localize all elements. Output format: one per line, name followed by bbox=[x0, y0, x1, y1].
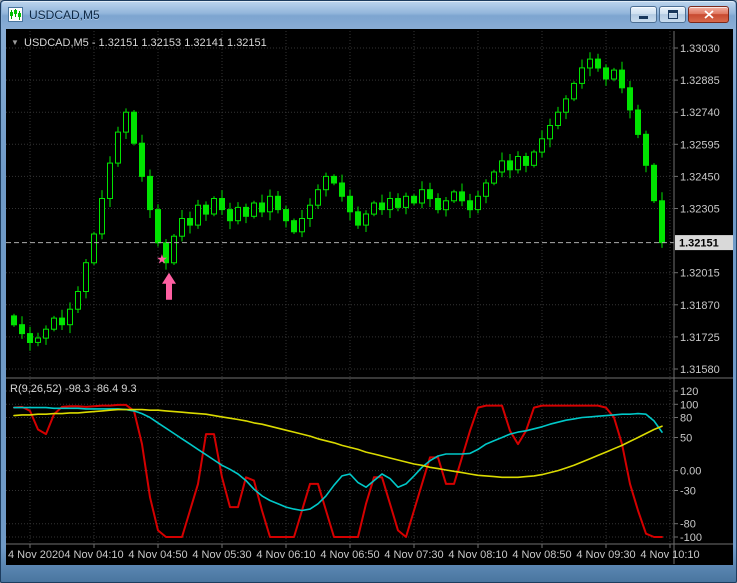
close-icon bbox=[703, 10, 714, 19]
svg-text:4 Nov 07:30: 4 Nov 07:30 bbox=[384, 549, 443, 561]
svg-text:4 Nov 06:10: 4 Nov 06:10 bbox=[256, 549, 315, 561]
svg-text:1.32450: 1.32450 bbox=[680, 171, 720, 183]
svg-text:4 Nov 09:30: 4 Nov 09:30 bbox=[576, 549, 635, 561]
chart-canvas[interactable]: ★ 1.33030 1.32885 1.32740 1.32595 1.32450 1.32… bbox=[6, 29, 733, 565]
svg-text:1.31870: 1.31870 bbox=[680, 300, 720, 312]
window-controls bbox=[630, 6, 729, 23]
svg-text:1.32885: 1.32885 bbox=[680, 75, 720, 87]
svg-text:1.32305: 1.32305 bbox=[680, 204, 720, 216]
svg-text:4 Nov 2020: 4 Nov 2020 bbox=[8, 549, 64, 561]
svg-text:0.00: 0.00 bbox=[680, 466, 701, 478]
svg-text:4 Nov 04:10: 4 Nov 04:10 bbox=[64, 549, 123, 561]
restore-icon bbox=[667, 10, 678, 19]
svg-text:4 Nov 05:30: 4 Nov 05:30 bbox=[192, 549, 251, 561]
buy-signal-star: ★ bbox=[156, 251, 168, 266]
restore-button[interactable] bbox=[659, 6, 686, 23]
chart-area: ★ 1.33030 1.32885 1.32740 1.32595 1.32450 1.32… bbox=[6, 29, 733, 565]
svg-text:1.31725: 1.31725 bbox=[680, 332, 720, 344]
svg-text:4 Nov 08:50: 4 Nov 08:50 bbox=[512, 549, 571, 561]
svg-text:1.32015: 1.32015 bbox=[680, 268, 720, 280]
symbol-dropdown-icon: ▼ bbox=[11, 38, 19, 47]
svg-text:1.33030: 1.33030 bbox=[680, 43, 720, 55]
svg-text:120: 120 bbox=[680, 386, 698, 398]
svg-text:100: 100 bbox=[680, 399, 698, 411]
svg-text:4 Nov 10:10: 4 Nov 10:10 bbox=[640, 549, 699, 561]
svg-text:4 Nov 08:10: 4 Nov 08:10 bbox=[448, 549, 507, 561]
current-price-label: 1.32151 bbox=[679, 238, 719, 250]
svg-text:-100: -100 bbox=[680, 532, 702, 544]
svg-text:1.31580: 1.31580 bbox=[680, 364, 720, 376]
close-button[interactable] bbox=[688, 6, 729, 23]
indicator-header: R(9,26,52) -98.3 -86.4 9.3 bbox=[10, 383, 137, 395]
chart-window: USDCAD,M5 ★ 1.33030 1.32885 1.32740 1.32595 1… bbox=[0, 0, 737, 583]
svg-text:1.32595: 1.32595 bbox=[680, 139, 720, 151]
title-bar[interactable]: USDCAD,M5 bbox=[2, 1, 735, 28]
chart-window-icon bbox=[8, 7, 23, 22]
svg-text:-30: -30 bbox=[680, 486, 696, 498]
chart-ohlc-header: USDCAD,M5 - 1.32151 1.32153 1.32141 1.32… bbox=[24, 37, 267, 49]
svg-text:-80: -80 bbox=[680, 519, 696, 531]
svg-text:50: 50 bbox=[680, 433, 692, 445]
minimize-button[interactable] bbox=[630, 6, 657, 23]
minimize-icon bbox=[639, 16, 648, 19]
svg-text:4 Nov 06:50: 4 Nov 06:50 bbox=[320, 549, 379, 561]
svg-text:80: 80 bbox=[680, 413, 692, 425]
svg-text:1.32740: 1.32740 bbox=[680, 107, 720, 119]
svg-text:4 Nov 04:50: 4 Nov 04:50 bbox=[128, 549, 187, 561]
window-title: USDCAD,M5 bbox=[29, 7, 100, 22]
